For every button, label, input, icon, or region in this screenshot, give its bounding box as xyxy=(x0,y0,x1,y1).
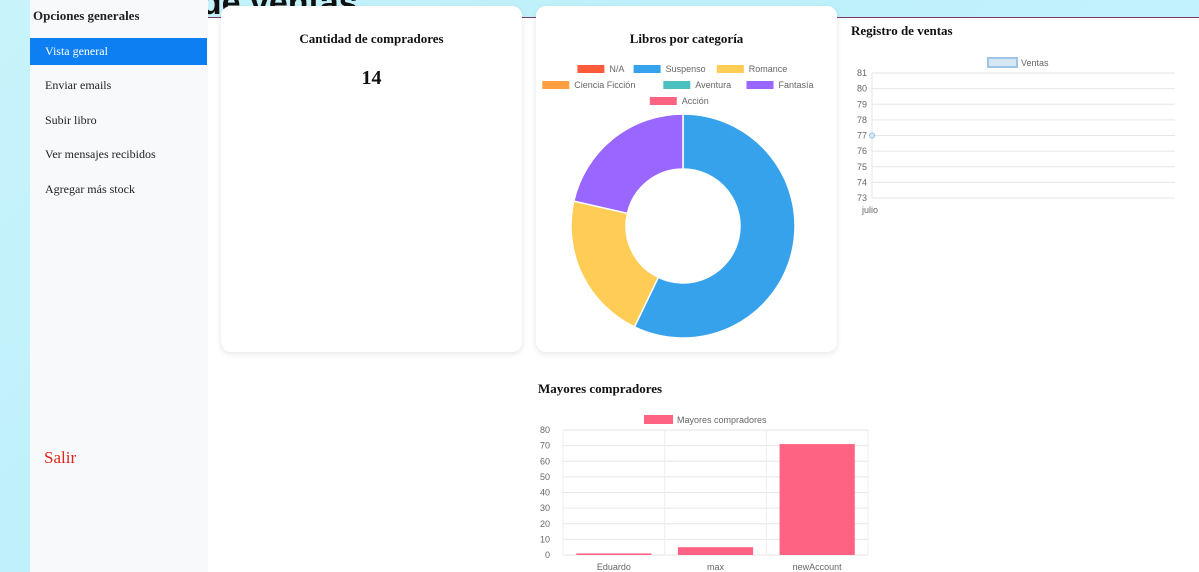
legend-label-0: N/A xyxy=(609,64,624,74)
sales-title: Registro de ventas xyxy=(851,23,953,38)
legend-swatch-4 xyxy=(663,81,691,89)
y-tick-label: 70 xyxy=(540,441,550,451)
logout-link[interactable]: Salir xyxy=(44,448,76,468)
sidebar-item-agregar-stock[interactable]: Agregar más stock xyxy=(30,176,207,203)
categories-card: Libros por categoría N/A Suspenso Romance C… xyxy=(536,6,837,352)
buyers-count-card: Cantidad de compradores 14 xyxy=(221,6,522,352)
buyers-count-value: 14 xyxy=(361,67,382,89)
legend-label-4: Aventura xyxy=(695,80,731,90)
top-buyers-bar-chart: Mayores compradores 0 10 20 30 40 50 60 70 80 Edua… xyxy=(540,415,869,572)
data-point-julio xyxy=(868,132,876,139)
legend-swatch-mayores xyxy=(644,415,673,424)
y-tick-label: 75 xyxy=(857,162,867,172)
y-tick-label: 40 xyxy=(540,488,550,498)
sidebar-heading: Opciones generales xyxy=(33,8,140,23)
y-tick-label: 60 xyxy=(540,456,550,466)
sales-line-chart: Ventas 73 74 75 76 77 78 79 80 81 julio xyxy=(857,57,1175,215)
bar-eduardo xyxy=(576,553,652,555)
y-tick-label: 30 xyxy=(540,503,550,513)
legend-label-mayores: Mayores compradores xyxy=(677,415,767,425)
x-tick-label: newAccount xyxy=(793,562,843,572)
y-tick-label: 77 xyxy=(857,131,867,141)
bar-newaccount xyxy=(779,444,855,555)
legend-label-6: Acción xyxy=(682,96,709,106)
y-tick-label: 74 xyxy=(857,177,867,187)
bar-max xyxy=(677,547,754,555)
buyers-count-title: Cantidad de compradores xyxy=(299,31,444,46)
y-tick-label: 10 xyxy=(540,534,550,544)
sidebar-item-ver-mensajes[interactable]: Ver mensajes recibidos xyxy=(30,141,207,168)
y-tick-label: 0 xyxy=(545,550,550,560)
legend-swatch-2 xyxy=(716,65,744,73)
y-tick-label: 79 xyxy=(857,99,867,109)
sidebar-item-enviar-emails[interactable]: Enviar emails xyxy=(30,72,207,99)
x-tick-label: max xyxy=(707,562,725,572)
top-buyers-title: Mayores compradores xyxy=(538,381,663,396)
y-tick-label: 78 xyxy=(857,115,867,125)
legend-swatch-6 xyxy=(649,97,677,105)
x-tick-label: julio xyxy=(861,205,878,215)
y-tick-label: 80 xyxy=(540,425,550,435)
legend-label-1: Suspenso xyxy=(666,64,706,74)
legend-swatch-0 xyxy=(577,65,605,73)
legend-label-5: Fantasía xyxy=(779,80,814,90)
y-tick-label: 80 xyxy=(857,84,867,94)
legend-label-ventas: Ventas xyxy=(1021,58,1049,68)
categories-doughnut-chart: N/A Suspenso Romance Ciencia Ficción Aventur… xyxy=(542,64,814,339)
sidebar: Opciones generales Vista general Enviar … xyxy=(30,0,208,572)
legend-label-2: Romance xyxy=(749,64,788,74)
slice-fantasa xyxy=(572,113,684,215)
y-tick-label: 73 xyxy=(857,193,867,203)
y-tick-label: 50 xyxy=(540,472,550,482)
sidebar-item-vista-general[interactable]: Vista general xyxy=(30,38,207,65)
y-tick-label: 76 xyxy=(857,146,867,156)
sidebar-item-subir-libro[interactable]: Subir libro xyxy=(30,107,207,134)
legend-swatch-5 xyxy=(746,81,774,89)
legend-swatch-1 xyxy=(633,65,661,73)
y-tick-label: 81 xyxy=(857,68,867,78)
x-tick-label: Eduardo xyxy=(597,562,631,572)
y-tick-label: 20 xyxy=(540,519,550,529)
legend-swatch-3 xyxy=(542,81,570,89)
legend-label-3: Ciencia Ficción xyxy=(574,80,635,90)
legend-swatch-ventas xyxy=(987,57,1018,68)
